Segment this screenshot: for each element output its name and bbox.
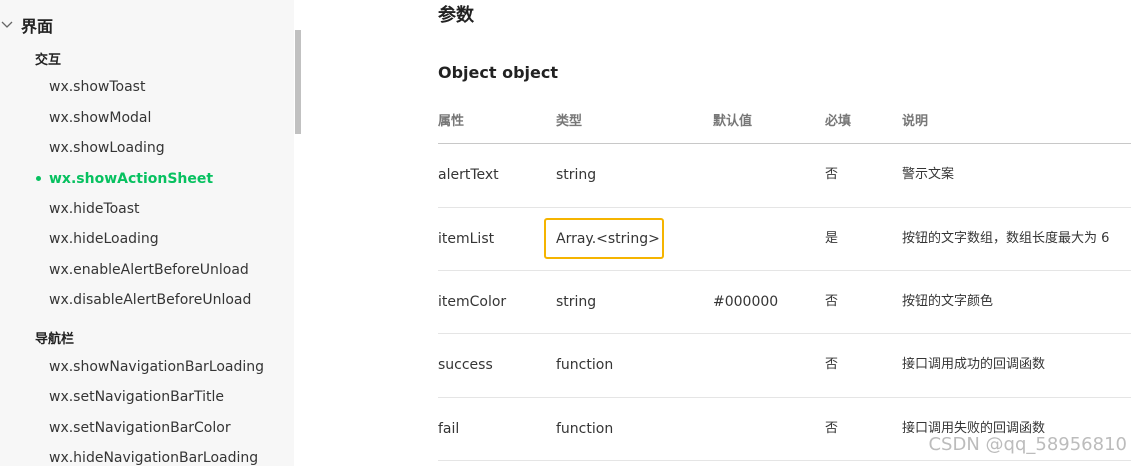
- table-header-default: 默认值: [713, 114, 753, 129]
- sidebar-group-interaction: 交互: [35, 53, 62, 68]
- sidebar-item-showtoast[interactable]: wx.showToast: [49, 77, 145, 97]
- page-heading: 参数: [438, 5, 474, 26]
- row-divider: [438, 397, 1131, 398]
- cell-type: function: [556, 421, 614, 437]
- watermark-text: CSDN @qq_58956810: [928, 434, 1127, 455]
- sidebar-group-navbar: 导航栏: [35, 332, 75, 347]
- cell-type: string: [556, 167, 597, 183]
- sidebar-item-enablealertbeforeunload[interactable]: wx.enableAlertBeforeUnload: [49, 260, 249, 280]
- active-dot-icon: [36, 176, 41, 181]
- row-divider: [438, 460, 1131, 461]
- cell-description: 按钮的文字颜色: [902, 294, 994, 309]
- cell-description: 按钮的文字数组，数组长度最大为 6: [902, 231, 1110, 246]
- sidebar-section-title[interactable]: 界面: [21, 16, 53, 38]
- cell-required: 否: [825, 421, 839, 436]
- chevron-down-icon[interactable]: [0, 17, 14, 31]
- table-header-required: 必填: [825, 114, 852, 129]
- cell-property: success: [438, 357, 493, 373]
- cell-required: 否: [825, 294, 839, 309]
- sidebar-item-setnavigationbarcolor[interactable]: wx.setNavigationBarColor: [49, 418, 231, 438]
- main-content: 参数 Object object 属性 类型 默认值 必填 说明 alertTe…: [302, 0, 1131, 466]
- cell-required: 否: [825, 167, 839, 182]
- cell-description: 警示文案: [902, 167, 955, 182]
- cell-property: fail: [438, 421, 460, 437]
- sidebar-scrollbar-thumb[interactable]: [295, 30, 301, 134]
- sidebar-item-setnavigationbartitle[interactable]: wx.setNavigationBarTitle: [49, 387, 224, 407]
- sidebar-item-shownavigationbarloading[interactable]: wx.showNavigationBarLoading: [49, 357, 264, 377]
- cell-type: string: [556, 294, 597, 310]
- sidebar-item-hideloading[interactable]: wx.hideLoading: [49, 229, 159, 249]
- sidebar-item-disablealertbeforeunload[interactable]: wx.disableAlertBeforeUnload: [49, 290, 251, 310]
- cell-default: #000000: [713, 294, 779, 310]
- table-header-description: 说明: [902, 114, 929, 129]
- sidebar-item-showactionsheet[interactable]: wx.showActionSheet: [49, 169, 213, 189]
- row-divider: [438, 333, 1131, 334]
- cell-property: itemColor: [438, 294, 507, 310]
- sidebar-item-showloading[interactable]: wx.showLoading: [49, 138, 165, 158]
- section-heading: Object object: [438, 63, 559, 82]
- cell-required: 否: [825, 357, 839, 372]
- row-divider: [438, 207, 1131, 208]
- table-header-property: 属性: [438, 114, 465, 129]
- cell-property: alertText: [438, 167, 499, 183]
- sidebar-item-showmodal[interactable]: wx.showModal: [49, 108, 151, 128]
- table-header-type: 类型: [556, 114, 583, 129]
- cell-required: 是: [825, 231, 839, 246]
- row-divider: [438, 270, 1131, 271]
- sidebar-item-hidenavigationbarloading[interactable]: wx.hideNavigationBarLoading: [49, 448, 258, 466]
- table-header-divider: [438, 143, 1131, 144]
- cell-property: itemList: [438, 231, 495, 247]
- sidebar-nav: 界面 交互 wx.showToast wx.showModal wx.showL…: [0, 0, 294, 466]
- cell-type: Array.<string>: [556, 231, 660, 247]
- cell-type: function: [556, 357, 614, 373]
- cell-description: 接口调用成功的回调函数: [902, 357, 1046, 372]
- sidebar-item-hidetoast[interactable]: wx.hideToast: [49, 199, 140, 219]
